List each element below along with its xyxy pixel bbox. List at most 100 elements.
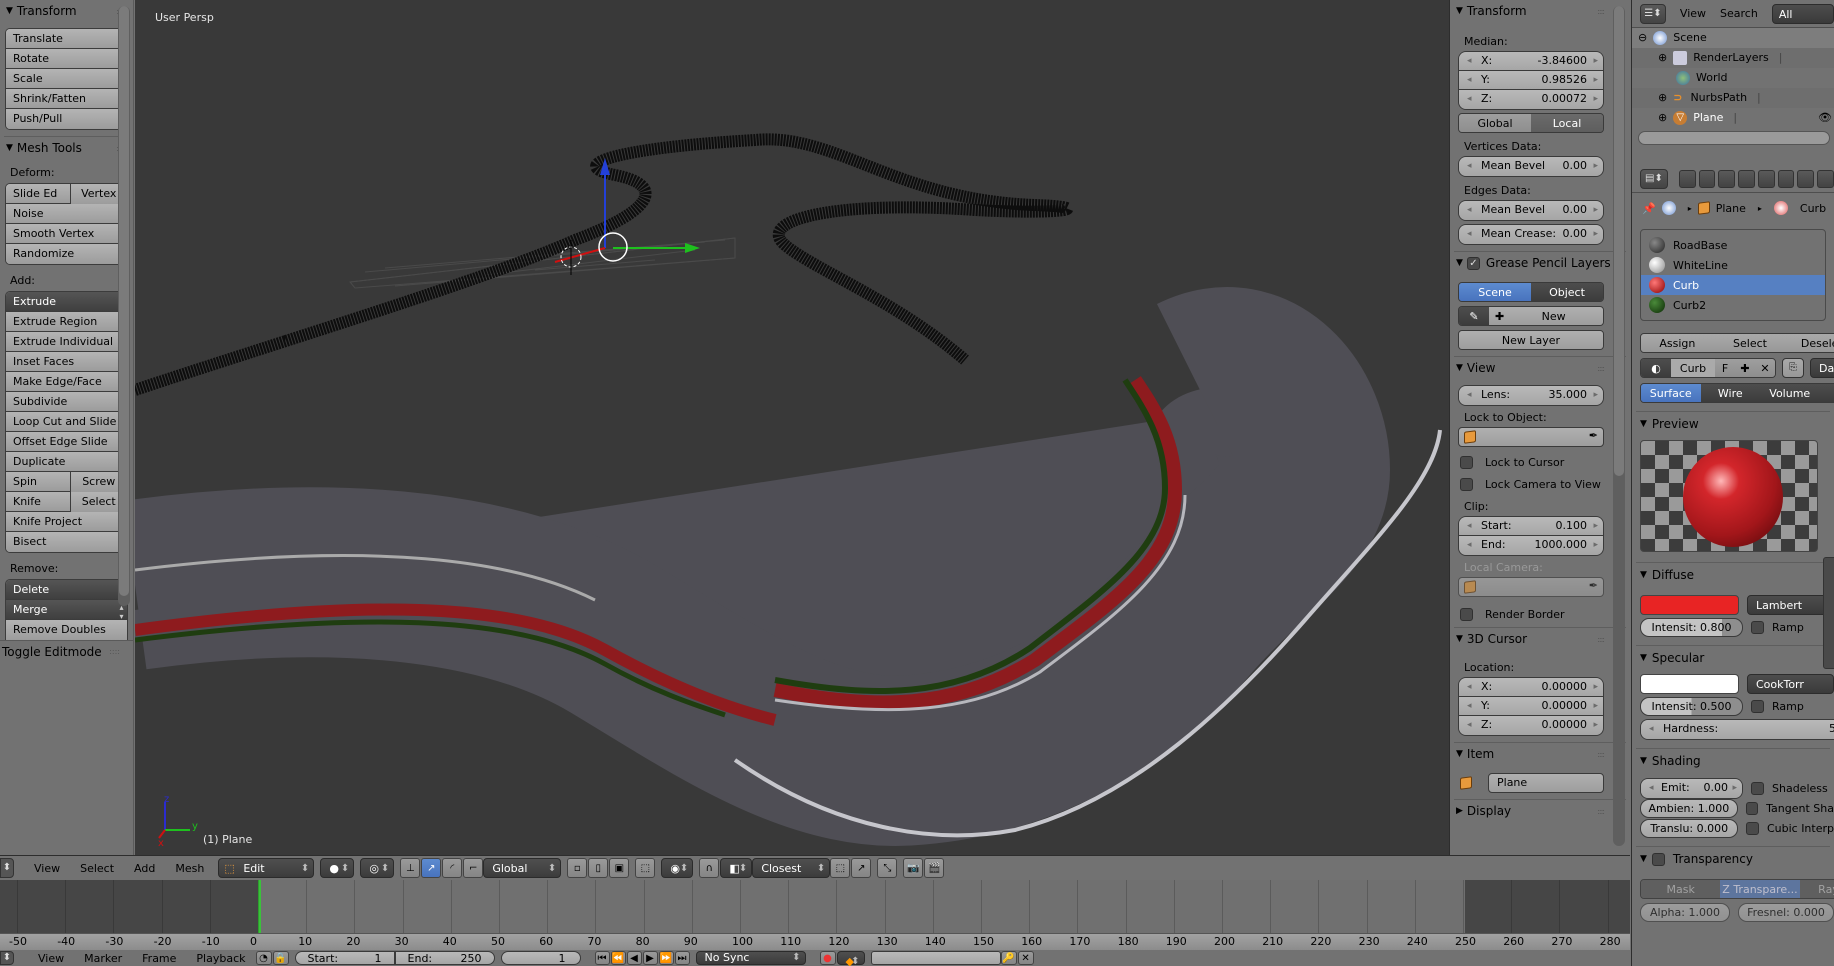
tab-halo[interactable]: Halo: [1819, 384, 1834, 402]
diffuse-ramp-checkbox[interactable]: [1751, 621, 1764, 634]
drag-grip-icon[interactable]: ::::: [1597, 364, 1605, 373]
snap-project-icon[interactable]: ↗: [851, 858, 872, 878]
toolshelf-scrollbar[interactable]: [118, 6, 130, 606]
diffuse-panel-header[interactable]: ▼ Diffuse: [1632, 563, 1834, 587]
outliner-view-menu[interactable]: View: [1680, 7, 1706, 20]
scale-manipulator-icon[interactable]: ⌐: [463, 858, 484, 878]
select-menu[interactable]: Select: [70, 862, 124, 875]
make-edge-face-button[interactable]: Make Edge/Face: [6, 372, 127, 392]
fake-user-button[interactable]: F: [1715, 359, 1735, 377]
loop-cut-slide-button[interactable]: Loop Cut and Slide: [6, 412, 127, 432]
add-material-icon[interactable]: ✚: [1735, 359, 1755, 377]
lock-to-cursor-checkbox[interactable]: Lock to Cursor: [1450, 451, 1630, 473]
rotate-manipulator-icon[interactable]: ◜: [442, 858, 463, 878]
editor-type-3dview-icon[interactable]: ⬍: [0, 858, 14, 878]
frame-menu[interactable]: Frame: [132, 952, 186, 965]
proportional-edit-dropdown[interactable]: ◉: [661, 858, 694, 878]
play-reverse-icon[interactable]: ◀: [626, 951, 642, 965]
merge-dropdown[interactable]: Merge: [6, 600, 127, 620]
specular-shader-dropdown[interactable]: CookTorr: [1746, 674, 1834, 694]
toggle-editmode-operator[interactable]: Toggle Editmode::::: [0, 640, 134, 662]
render-opengl-icon[interactable]: 📷: [903, 858, 924, 878]
viewport-scene[interactable]: z y x: [135, 0, 1449, 855]
scale-button[interactable]: Scale: [6, 69, 127, 89]
snap-align-icon[interactable]: ⬚: [830, 858, 851, 878]
mean-crease-field[interactable]: Mean Crease: 0.00: [1458, 224, 1604, 245]
median-x-field[interactable]: X: -3.84600: [1459, 52, 1603, 71]
translate-button[interactable]: Translate: [6, 29, 127, 49]
material-name-field[interactable]: Curb: [1671, 359, 1715, 377]
noise-button[interactable]: Noise: [6, 204, 127, 224]
outliner-h-scrollbar[interactable]: [1638, 131, 1830, 145]
face-select-icon[interactable]: ▣: [609, 858, 630, 878]
preview-range-icon[interactable]: ◔: [255, 951, 272, 965]
tab-volume[interactable]: Volume: [1760, 384, 1820, 402]
tree-item-renderlayers[interactable]: ⊕ RenderLayers |: [1632, 48, 1834, 68]
tab-raytrace[interactable]: Raytrac: [1799, 880, 1834, 898]
transform-orientation-dropdown[interactable]: Global: [483, 858, 562, 878]
pencil-icon[interactable]: ✎: [1459, 307, 1489, 325]
jump-start-icon[interactable]: ⏮: [594, 951, 610, 965]
preview-panel-header[interactable]: ▼ Preview: [1632, 412, 1834, 436]
pivot-point-dropdown[interactable]: ◎: [360, 858, 395, 878]
specular-color-swatch[interactable]: [1640, 674, 1739, 694]
median-y-field[interactable]: Y: 0.98526: [1459, 71, 1603, 90]
tangent-shading-checkbox[interactable]: [1745, 802, 1759, 815]
transform-panel-header[interactable]: ▼Transform::::: [0, 0, 133, 22]
render-tab-icon[interactable]: [1678, 169, 1696, 188]
remove-doubles-button[interactable]: Remove Doubles: [6, 620, 127, 640]
bisect-button[interactable]: Bisect: [6, 532, 127, 552]
snap-target-dropdown[interactable]: Closest: [752, 858, 831, 878]
playback-menu[interactable]: Playback: [186, 952, 255, 965]
preview-type-buttons[interactable]: [1823, 557, 1834, 669]
tab-wire[interactable]: Wire: [1700, 384, 1760, 402]
scene-tab-icon[interactable]: [1718, 169, 1736, 188]
scene-button[interactable]: Scene: [1459, 283, 1531, 301]
diffuse-intensity-slider[interactable]: Intensit: 0.800: [1640, 618, 1743, 637]
assign-button[interactable]: Assign: [1641, 334, 1714, 352]
drag-grip-icon[interactable]: ::::: [1597, 635, 1605, 644]
knife-project-button[interactable]: Knife Project: [6, 512, 127, 532]
timeline-frame-ruler[interactable]: -50 -40 -30 -20 -10 0 10 20 30 40 50 60 70 80 90 100 110…: [0, 933, 1630, 950]
modifiers-tab-icon[interactable]: [1797, 169, 1815, 188]
global-button[interactable]: Global: [1459, 114, 1531, 132]
render-border-checkbox[interactable]: Render Border: [1450, 603, 1630, 625]
extrude-dropdown[interactable]: Extrude: [6, 292, 127, 312]
knife-button[interactable]: Knife: [6, 492, 71, 512]
drag-grip-icon[interactable]: ::::: [1597, 7, 1605, 16]
randomize-button[interactable]: Randomize: [6, 244, 127, 264]
clip-end-field[interactable]: End: 1000.000: [1459, 536, 1603, 555]
tree-item-nurbspath[interactable]: ⊕ ⊃ NurbsPath |: [1632, 88, 1834, 108]
material-browse-icon[interactable]: ◐: [1641, 359, 1671, 377]
render-animation-icon[interactable]: 🎬: [924, 858, 945, 878]
scrollbar-thumb[interactable]: [1614, 6, 1624, 476]
push-pull-button[interactable]: Push/Pull: [6, 109, 127, 129]
viewport-shading-dropdown[interactable]: ●: [320, 858, 355, 878]
visibility-eye-icon[interactable]: 👁: [1818, 108, 1832, 128]
edge-bevel-field[interactable]: Mean Bevel Weig: 0.00: [1458, 200, 1604, 221]
cursor-z-field[interactable]: Z: 0.00000: [1459, 716, 1603, 735]
tab-mask[interactable]: Mask: [1641, 880, 1721, 898]
deselect-button[interactable]: Deselec: [1786, 334, 1834, 352]
end-frame-field[interactable]: End: 250: [394, 951, 495, 965]
material-slot[interactable]: Curb2: [1641, 295, 1825, 315]
new-layer-button[interactable]: New Layer: [1459, 331, 1603, 349]
specular-panel-header[interactable]: ▼ Specular: [1632, 646, 1834, 670]
editor-type-properties-icon[interactable]: ▤⬍: [1640, 168, 1668, 189]
sync-mode-dropdown[interactable]: No Sync: [695, 951, 806, 965]
extrude-individual-button[interactable]: Extrude Individual: [6, 332, 127, 352]
specular-ramp-checkbox[interactable]: [1751, 700, 1764, 713]
lock-range-icon[interactable]: 🔒: [272, 951, 289, 965]
3d-viewport[interactable]: User Persp z y x (1) Plane: [135, 0, 1449, 855]
display-panel-header[interactable]: ▶ Display::::: [1450, 800, 1630, 822]
shadeless-checkbox[interactable]: [1751, 782, 1764, 795]
translate-manipulator-icon[interactable]: ↗: [421, 858, 442, 878]
new-button[interactable]: ✚ New: [1489, 307, 1603, 325]
expand-icon[interactable]: ⊕: [1658, 88, 1667, 108]
snap-magnet-icon[interactable]: ∩: [699, 858, 720, 878]
lock-camera-checkbox[interactable]: Lock Camera to View: [1450, 473, 1630, 495]
spin-button[interactable]: Spin: [6, 472, 71, 492]
view-menu[interactable]: View: [24, 862, 70, 875]
material-slot-selected[interactable]: Curb: [1641, 275, 1825, 295]
local-button[interactable]: Local: [1531, 114, 1603, 132]
